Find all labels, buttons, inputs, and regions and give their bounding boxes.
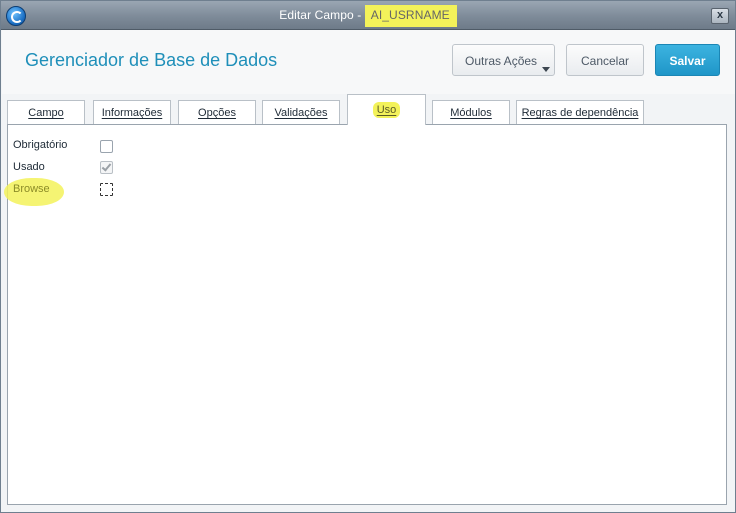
tab-label: Informações <box>101 107 163 119</box>
tab-label: Campo <box>28 107 64 119</box>
required-label: Obrigatório <box>13 139 68 151</box>
tab-label: Uso <box>372 102 401 118</box>
tab-label: Opções <box>198 107 236 119</box>
used-checkbox[interactable] <box>100 161 113 174</box>
window-title-field-name: AI_USRNAME <box>364 5 457 27</box>
tab-campo[interactable]: Campo <box>7 100 85 124</box>
tab-regras-de-dependencia[interactable]: Regras de dependência <box>516 100 644 124</box>
tab-modulos[interactable]: Módulos <box>432 100 510 124</box>
usage-panel: Obrigatório Usado Browse <box>4 124 727 505</box>
tab-opcoes[interactable]: Opções <box>178 100 256 124</box>
window-title-prefix: Editar Campo - <box>279 8 365 22</box>
tab-informacoes[interactable]: Informações <box>93 100 171 124</box>
close-icon: x <box>716 9 724 21</box>
browse-label: Browse <box>13 183 50 195</box>
used-label: Usado <box>13 161 45 173</box>
chevron-down-icon <box>542 67 550 72</box>
tab-label: Módulos <box>450 107 492 119</box>
close-button[interactable]: x <box>711 8 729 24</box>
page-title: Gerenciador de Base de Dados <box>25 50 278 70</box>
title-bar[interactable]: Editar Campo - AI_USRNAME x <box>1 1 735 30</box>
tab-label: Validações <box>274 107 328 119</box>
window-title: Editar Campo - AI_USRNAME <box>1 5 735 27</box>
required-checkbox[interactable] <box>100 140 113 153</box>
edit-field-window: Editar Campo - AI_USRNAME x Gerenciador … <box>0 0 736 513</box>
header-bar: Gerenciador de Base de Dados Outras Açõe… <box>2 30 735 94</box>
more-actions-label: Outras Ações <box>465 54 538 68</box>
cancel-button[interactable]: Cancelar <box>566 44 644 76</box>
save-button[interactable]: Salvar <box>655 44 720 76</box>
tab-uso[interactable]: Uso <box>347 94 426 125</box>
more-actions-button[interactable]: Outras Ações <box>452 44 555 76</box>
tab-label: Regras de dependência <box>521 107 639 119</box>
browse-checkbox[interactable] <box>100 183 113 196</box>
tab-validacoes[interactable]: Validações <box>262 100 340 124</box>
